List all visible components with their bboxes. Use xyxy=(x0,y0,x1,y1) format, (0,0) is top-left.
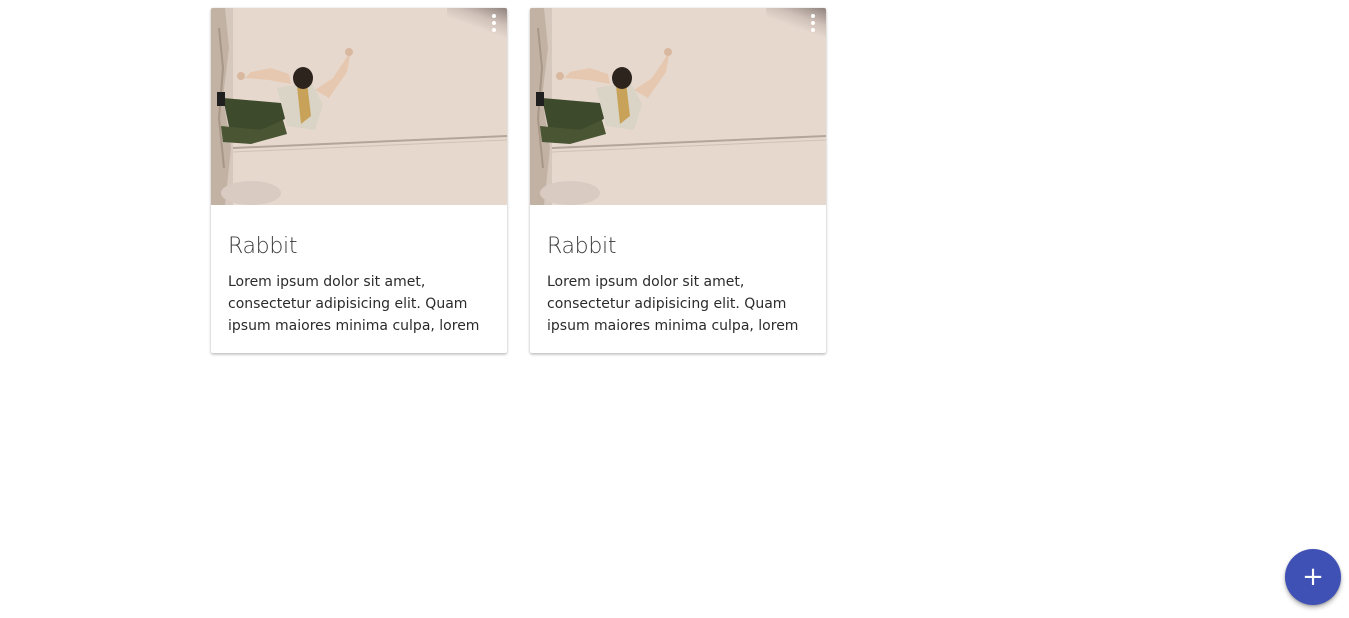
card-title: Rabbit xyxy=(228,234,298,259)
photo-illustration xyxy=(211,8,507,205)
card-content: Rabbit Lorem ipsum dolor sit amet, conse… xyxy=(530,205,826,337)
more-vert-icon[interactable] xyxy=(806,12,820,34)
page: Rabbit Lorem ipsum dolor sit amet, conse… xyxy=(0,0,1349,618)
add-button[interactable]: + xyxy=(1285,549,1341,605)
add-icon: + xyxy=(1302,561,1324,592)
more-vert-icon[interactable] xyxy=(487,12,501,34)
card-content: Rabbit Lorem ipsum dolor sit amet, conse… xyxy=(211,205,507,337)
card-text: Lorem ipsum dolor sit amet, consectetur … xyxy=(228,274,480,334)
card-image xyxy=(211,8,507,205)
card[interactable]: Rabbit Lorem ipsum dolor sit amet, conse… xyxy=(211,8,507,353)
card-title: Rabbit xyxy=(547,234,617,259)
card-text: Lorem ipsum dolor sit amet, consectetur … xyxy=(547,274,799,334)
photo-illustration xyxy=(530,8,826,205)
card[interactable]: Rabbit Lorem ipsum dolor sit amet, conse… xyxy=(530,8,826,353)
card-image xyxy=(530,8,826,205)
